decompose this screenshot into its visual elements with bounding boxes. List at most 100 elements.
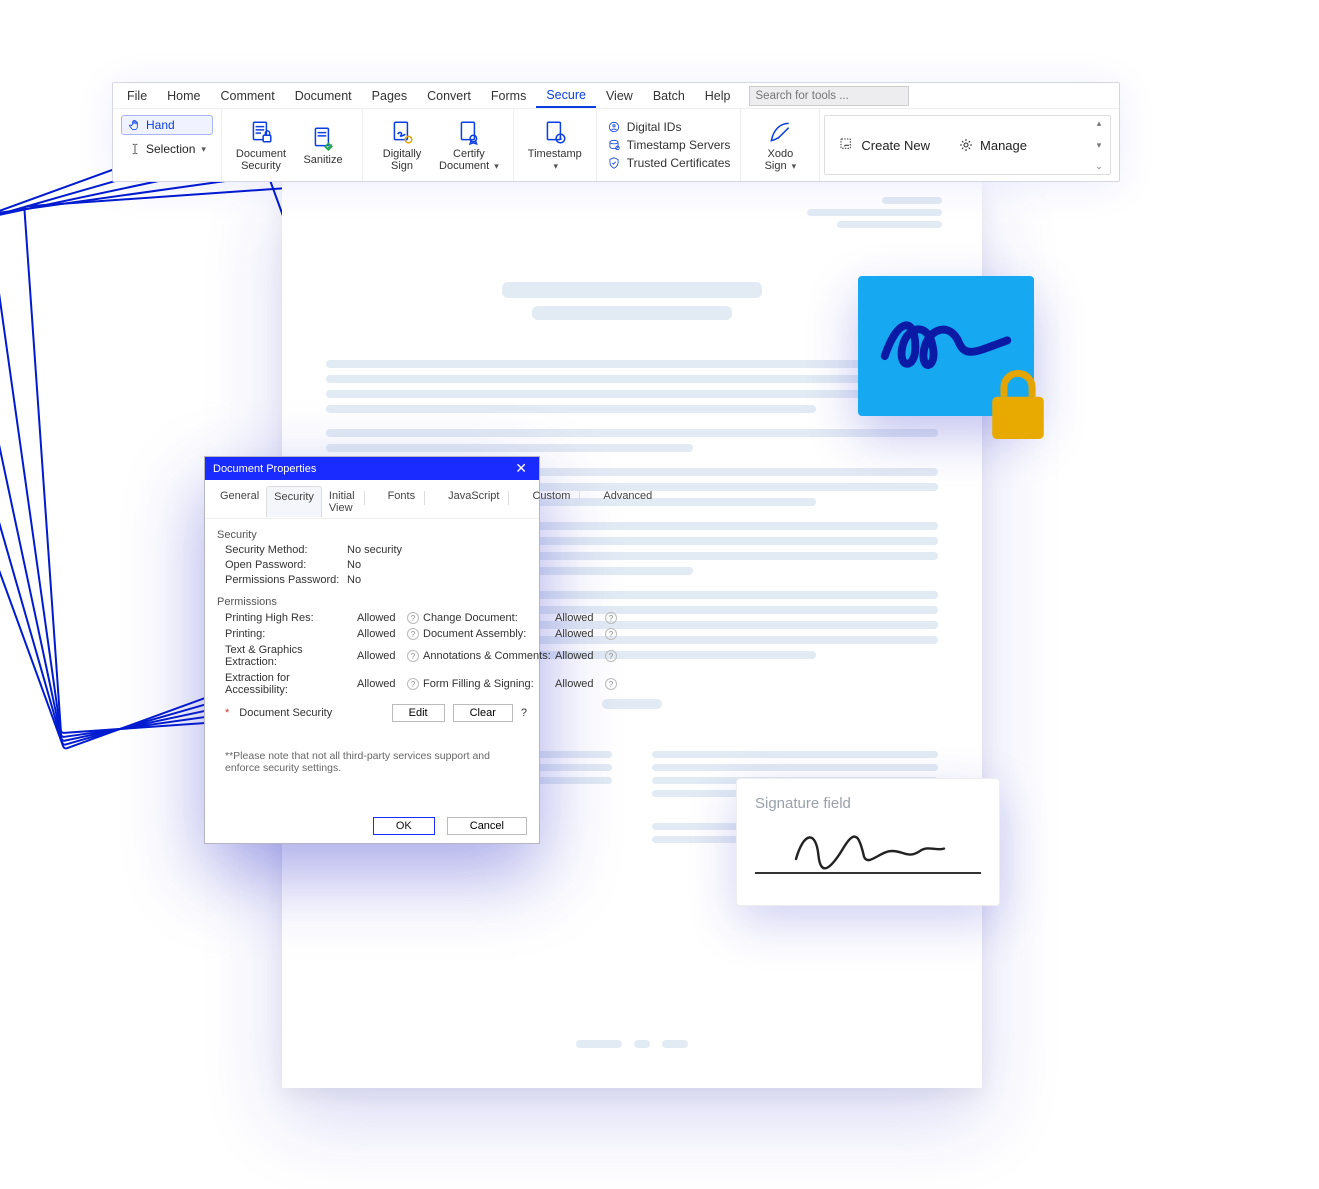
cursor-group: Hand Selection ▾ (113, 109, 222, 181)
help-icon[interactable]: ? (407, 628, 419, 640)
certify-label: Certify Document ▾ (439, 148, 499, 172)
shield-cert-icon (607, 156, 621, 170)
toolbar: Hand Selection ▾ Document Security Sanit… (113, 109, 1119, 181)
perm-pw-val: No (347, 574, 361, 586)
lock-icon (980, 364, 1056, 446)
help-icon[interactable]: ? (605, 628, 617, 640)
help-icon[interactable]: ? (605, 612, 617, 624)
perm-printing-k: Printing: (225, 628, 355, 640)
cert-group: Digital IDs Timestamp Servers Trusted Ce… (597, 109, 742, 181)
digitally-sign-label: Digitally Sign (383, 148, 422, 172)
certify-button[interactable]: Certify Document ▾ (433, 113, 505, 177)
perm-extract-v: Allowed (357, 650, 405, 662)
sign-icon (388, 118, 416, 146)
xodo-sign-button[interactable]: Xodo Sign ▾ (749, 113, 811, 177)
document-properties-dialog: Document Properties ✕ General Security I… (204, 456, 540, 844)
dialog-title-text: Document Properties (213, 463, 316, 475)
chevron-down-icon: ▾ (1097, 140, 1102, 151)
sec-method-val: No security (347, 544, 402, 556)
menu-help[interactable]: Help (695, 85, 741, 107)
help-icon[interactable]: ? (605, 650, 617, 662)
help-icon[interactable]: ? (521, 707, 527, 719)
menu-document[interactable]: Document (285, 85, 362, 107)
perm-extract-k: Text & Graphics Extraction: (225, 644, 355, 668)
open-pw-key: Open Password: (225, 559, 347, 571)
perm-form-v: Allowed (555, 678, 603, 690)
document-security-button[interactable]: Document Security (230, 113, 292, 177)
selection-tool[interactable]: Selection ▾ (121, 139, 213, 159)
perm-access-v: Allowed (357, 678, 405, 690)
help-icon[interactable]: ? (605, 678, 617, 690)
tab-fonts[interactable]: Fonts (381, 486, 423, 518)
perm-assembly-k: Document Assembly: (423, 628, 553, 640)
clock-db-icon (607, 138, 621, 152)
trusted-certs-label: Trusted Certificates (627, 156, 731, 170)
perm-access-k: Extraction for Accessibility: (225, 672, 355, 696)
timestamp-servers-button[interactable]: Timestamp Servers (607, 138, 731, 152)
create-new-button[interactable]: Create New (839, 137, 930, 153)
digitally-sign-button[interactable]: Digitally Sign (371, 113, 433, 177)
edit-button[interactable]: Edit (392, 704, 445, 722)
sanitize-button[interactable]: Sanitize (292, 113, 354, 177)
hand-tool[interactable]: Hand (121, 115, 213, 135)
menu-forms[interactable]: Forms (481, 85, 536, 107)
gallery-scroll[interactable]: ▴ ▾ ⌄ (1092, 118, 1106, 172)
ts-servers-label: Timestamp Servers (627, 138, 731, 152)
perm-form-k: Form Filling & Signing: (423, 678, 553, 690)
ribbon: File Home Comment Document Pages Convert… (112, 82, 1120, 182)
dialog-titlebar: Document Properties ✕ (205, 457, 539, 480)
perm-print-hires-v: Allowed (357, 612, 405, 624)
search-input[interactable] (749, 86, 909, 106)
manage-button[interactable]: Manage (958, 137, 1027, 153)
tab-initial-view[interactable]: Initial View (322, 486, 362, 518)
search-tools (749, 86, 909, 106)
doc-security-link[interactable]: Document Security (239, 707, 332, 719)
menu-convert[interactable]: Convert (417, 85, 481, 107)
timestamp-button[interactable]: Timestamp▾ (522, 113, 588, 177)
help-icon[interactable]: ? (407, 650, 419, 662)
menu-batch[interactable]: Batch (643, 85, 695, 107)
perm-pw-key: Permissions Password: (225, 574, 347, 586)
sign-lock-badge (858, 276, 1034, 416)
hand-icon (128, 118, 142, 132)
menu-file[interactable]: File (117, 85, 157, 107)
menu-view[interactable]: View (596, 85, 643, 107)
trusted-certs-button[interactable]: Trusted Certificates (607, 156, 731, 170)
perm-assembly-v: Allowed (555, 628, 603, 640)
help-icon[interactable]: ? (407, 678, 419, 690)
cancel-button[interactable]: Cancel (447, 817, 527, 835)
tab-javascript[interactable]: JavaScript (441, 486, 506, 518)
tab-general[interactable]: General (213, 486, 266, 518)
signature-field-card: Signature field (736, 778, 1000, 906)
xodo-sign-label: Xodo Sign ▾ (765, 148, 797, 172)
perm-printing-v: Allowed (357, 628, 405, 640)
tab-security[interactable]: Security (266, 486, 322, 518)
menu-bar: File Home Comment Document Pages Convert… (113, 83, 1119, 109)
tab-custom[interactable]: Custom (525, 486, 577, 518)
clear-button[interactable]: Clear (453, 704, 513, 722)
help-icon[interactable]: ? (407, 612, 419, 624)
close-icon[interactable]: ✕ (511, 460, 531, 477)
gear-icon (958, 137, 974, 153)
sanitize-icon (309, 124, 337, 152)
menu-home[interactable]: Home (157, 85, 210, 107)
signature-gallery: Create New Manage ▴ ▾ ⌄ (824, 115, 1111, 175)
tab-advanced[interactable]: Advanced (596, 486, 659, 518)
menu-comment[interactable]: Comment (211, 85, 285, 107)
menu-secure[interactable]: Secure (536, 84, 596, 108)
chevron-double-down-icon: ⌄ (1095, 161, 1103, 172)
digital-ids-button[interactable]: Digital IDs (607, 120, 731, 134)
doc-security-label: Document Security (236, 148, 286, 172)
timestamp-icon (541, 118, 569, 146)
perm-change-doc-v: Allowed (555, 612, 603, 624)
hand-label: Hand (146, 118, 175, 132)
menu-pages[interactable]: Pages (362, 85, 417, 107)
id-icon (607, 120, 621, 134)
digital-ids-label: Digital IDs (627, 120, 682, 134)
open-pw-val: No (347, 559, 361, 571)
signature-field-label: Signature field (755, 795, 981, 812)
sec-method-key: Security Method: (225, 544, 347, 556)
ok-button[interactable]: OK (373, 817, 435, 835)
certify-icon (455, 118, 483, 146)
feather-icon (766, 118, 794, 146)
